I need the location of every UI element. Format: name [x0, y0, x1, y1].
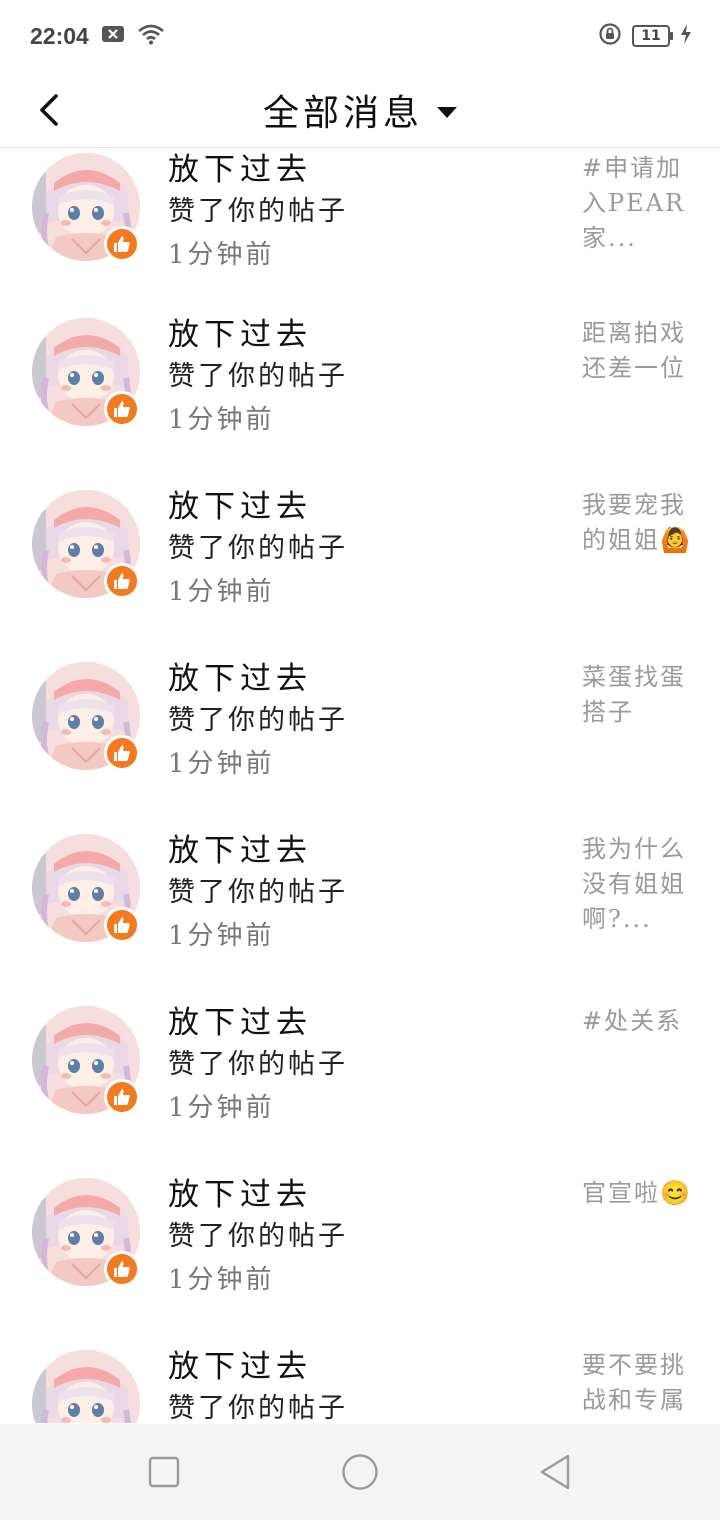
sender-name[interactable]: 放下过去 — [168, 149, 348, 191]
thumbs-up-icon — [114, 917, 130, 933]
like-badge — [104, 1079, 140, 1115]
avatar[interactable] — [32, 1350, 140, 1423]
sender-name[interactable]: 放下过去 — [168, 1174, 348, 1216]
message-item[interactable]: 放下过去赞了你的帖子 1分钟前 #申请加入PEAR家... — [0, 149, 720, 292]
message-time: 1分钟前 — [168, 1265, 275, 1295]
message-action: 赞了你的帖子 — [168, 533, 348, 564]
sender-name[interactable]: 放下过去 — [168, 830, 348, 872]
battery-indicator: 11 — [632, 25, 673, 47]
message-action: 赞了你的帖子 — [168, 361, 348, 392]
status-right: 11 — [598, 22, 692, 50]
message-action: 赞了你的帖子 — [168, 705, 348, 736]
post-snippet[interactable]: 我为什么没有姐姐啊?... — [582, 832, 702, 937]
message-item[interactable]: 放下过去赞了你的帖子 1分钟前 我为什么没有姐姐啊?... — [0, 808, 720, 980]
sender-name[interactable]: 放下过去 — [168, 314, 348, 356]
message-action: 赞了你的帖子 — [168, 196, 348, 227]
message-action: 赞了你的帖子 — [168, 1221, 348, 1252]
thumbs-up-icon — [114, 573, 130, 589]
like-badge — [104, 907, 140, 943]
status-bar: 22:04 11 — [0, 0, 720, 72]
thumbs-up-icon — [114, 236, 130, 252]
post-snippet[interactable]: 我要宠我的姐姐🙆 — [582, 488, 702, 558]
like-badge — [104, 226, 140, 262]
message-time: 1分钟前 — [168, 1093, 275, 1123]
post-snippet[interactable]: 官宣啦😊 — [582, 1176, 702, 1211]
caret-down-icon — [437, 106, 457, 118]
circle-icon — [342, 1454, 378, 1490]
wifi-icon — [137, 23, 165, 49]
message-texts: 放下过去赞了你的帖子 1分钟前 — [168, 1174, 348, 1302]
message-texts: 放下过去赞了你的帖子 1分钟前 — [168, 149, 348, 277]
triangle-back-icon — [540, 1454, 570, 1490]
message-time: 1分钟前 — [168, 405, 275, 435]
message-time: 1分钟前 — [168, 921, 275, 951]
sender-name[interactable]: 放下过去 — [168, 658, 348, 700]
square-icon — [148, 1456, 180, 1488]
message-item[interactable]: 放下过去赞了你的帖子1分钟前要不要挑战和专属 — [0, 1324, 720, 1423]
sender-name[interactable]: 放下过去 — [168, 486, 348, 528]
thumbs-up-icon — [114, 745, 130, 761]
post-snippet[interactable]: 菜蛋找蛋搭子 — [582, 660, 702, 730]
like-badge — [104, 391, 140, 427]
message-time: 1分钟前 — [168, 749, 275, 779]
post-snippet[interactable]: 距离拍戏还差一位 — [582, 316, 702, 386]
status-time: 22:04 — [30, 22, 89, 49]
page-title: 全部消息 — [262, 93, 423, 134]
home-button[interactable] — [340, 1452, 380, 1492]
sender-name[interactable]: 放下过去 — [168, 1002, 348, 1044]
message-texts: 放下过去赞了你的帖子 1分钟前 — [168, 314, 348, 442]
post-snippet[interactable]: 要不要挑战和专属 — [582, 1348, 702, 1418]
status-left: 22:04 — [30, 23, 165, 50]
message-texts: 放下过去赞了你的帖子 1分钟前 — [168, 830, 348, 958]
message-texts: 放下过去赞了你的帖子1分钟前 — [168, 1346, 348, 1423]
message-item[interactable]: 放下过去赞了你的帖子 1分钟前 菜蛋找蛋搭子 — [0, 636, 720, 808]
message-action: 赞了你的帖子 — [168, 1049, 348, 1080]
rotation-lock-icon — [598, 22, 622, 50]
recent-apps-button[interactable] — [144, 1452, 184, 1492]
message-texts: 放下过去赞了你的帖子 1分钟前 — [168, 658, 348, 786]
post-snippet[interactable]: #申请加入PEAR家... — [582, 151, 702, 256]
thumbs-up-icon — [114, 401, 130, 417]
message-item[interactable]: 放下过去赞了你的帖子 1分钟前 官宣啦😊 — [0, 1152, 720, 1324]
message-texts: 放下过去赞了你的帖子 1分钟前 — [168, 1002, 348, 1130]
charging-icon — [680, 24, 692, 48]
message-texts: 放下过去赞了你的帖子 1分钟前 — [168, 486, 348, 614]
message-item[interactable]: 放下过去赞了你的帖子 1分钟前 #处关系 — [0, 980, 720, 1152]
message-item[interactable]: 放下过去赞了你的帖子 1分钟前 我要宠我的姐姐🙆 — [0, 464, 720, 636]
nav-back-button[interactable] — [536, 1452, 576, 1492]
like-badge — [104, 563, 140, 599]
sender-name[interactable]: 放下过去 — [168, 1346, 348, 1388]
thumbs-up-icon — [114, 1089, 130, 1105]
message-time: 1分钟前 — [168, 240, 275, 270]
message-list[interactable]: 放下过去 赞了你的帖子 1分钟前 #申请加入PEAR家... 放下过去 赞了你的帖子 1分钟… — [0, 149, 720, 1423]
notification-x-icon — [101, 25, 125, 47]
message-filter-dropdown[interactable]: 全部消息 — [0, 72, 720, 148]
message-action: 赞了你的帖子 — [168, 877, 348, 908]
message-item[interactable]: 放下过去赞了你的帖子 1分钟前 距离拍戏还差一位 — [0, 292, 720, 464]
anime-avatar-image — [32, 1350, 140, 1423]
title-bar: 全部消息 — [0, 72, 720, 148]
message-time: 1分钟前 — [168, 577, 275, 607]
like-badge — [104, 1251, 140, 1287]
like-badge — [104, 735, 140, 771]
thumbs-up-icon — [114, 1261, 130, 1277]
post-snippet[interactable]: #处关系 — [582, 1004, 702, 1039]
system-navigation-bar — [0, 1424, 720, 1520]
message-action: 赞了你的帖子 — [168, 1393, 348, 1423]
